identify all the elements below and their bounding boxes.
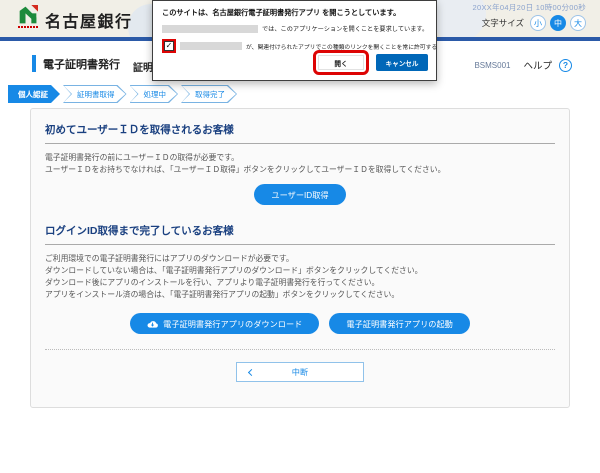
title-accent-bar [32, 55, 36, 72]
bank-logo-icon [18, 5, 38, 25]
section2-text-line: ダウンロードしていない場合は、「電子証明書発行アプリのダウンロード」ボタンをクリ… [45, 265, 555, 277]
app-download-button[interactable]: 電子証明書発行アプリのダウンロード [130, 313, 319, 334]
help-link[interactable]: ヘルプ [523, 58, 552, 72]
always-allow-checkbox[interactable]: ✓ [164, 41, 174, 51]
dialog-title: このサイトは、名古屋銀行電子証明書発行アプリ を開こうとしています。 [162, 8, 427, 18]
section1-text-line: ユーザーＩＤをお持ちでなければ、「ユーザーＩＤ取得」ボタンをクリックしてユーザー… [45, 164, 555, 176]
section1-text-line: 電子証明書発行の前にユーザーＩＤの取得が必要です。 [45, 152, 555, 164]
section2-heading: ログインID取得まで完了しているお客様 [45, 223, 555, 238]
datetime-display: 20XX年04月20日 10時00分00秒 [473, 2, 586, 13]
bank-logo[interactable]: 名古屋銀行 [18, 5, 133, 32]
bank-name: 名古屋銀行 [45, 8, 133, 32]
dialog-request-text: では、このアプリケーションを開くことを要求しています。 [262, 24, 428, 33]
chevron-left-icon [248, 369, 255, 376]
font-size-large-button[interactable]: 大 [570, 15, 586, 31]
screen-id: BSMS001 [474, 61, 510, 70]
help-icon[interactable]: ? [559, 59, 572, 72]
divider [45, 244, 555, 245]
dotted-divider [45, 349, 555, 350]
redacted-app-name [162, 25, 258, 33]
app-launch-button[interactable]: 電子証明書発行アプリの起動 [329, 313, 469, 334]
section2-text-line: ご利用環境での電子証明書発行にはアプリのダウンロードが必要です。 [45, 253, 555, 265]
font-size-label: 文字サイズ [482, 17, 524, 29]
dialog-open-button[interactable]: 開く [318, 55, 364, 70]
abort-button[interactable]: 中断 [236, 362, 364, 382]
section2-text-line: ダウンロード後にアプリのインストールを行い、アプリより電子証明書発行を行ってくだ… [45, 277, 555, 289]
font-size-small-button[interactable]: 小 [530, 15, 546, 31]
font-size-medium-button[interactable]: 中 [550, 15, 566, 31]
nav-tab-certificate[interactable]: 証明 [133, 59, 153, 74]
progress-steps: 個人認証 個人認証 証明書取得 証明書取得 処理中 処理中 取得完了 取得完了 [8, 85, 240, 103]
redacted-site-name [180, 42, 242, 50]
user-id-acquire-button[interactable]: ユーザーID取得 [254, 184, 345, 205]
page-title: 電子証明書発行 [32, 55, 120, 72]
step-complete: 取得完了 取得完了 [181, 85, 237, 103]
main-panel: 初めてユーザーＩＤを取得されるお客様 電子証明書発行の前にユーザーＩＤの取得が必… [30, 108, 570, 408]
step-processing: 処理中 処理中 [130, 85, 179, 103]
checkbox-annotation-red-box: ✓ [162, 39, 176, 53]
open-app-dialog: このサイトは、名古屋銀行電子証明書発行アプリ を開こうとしています。 では、この… [152, 0, 437, 81]
font-size-control: 文字サイズ 小 中 大 [473, 15, 586, 31]
section1-heading: 初めてユーザーＩＤを取得されるお客様 [45, 122, 555, 137]
dialog-cancel-button[interactable]: キャンセル [376, 54, 428, 71]
page: 名古屋銀行 20XX年04月20日 10時00分00秒 文字サイズ 小 中 大 … [0, 0, 600, 473]
step-personal-auth: 個人認証 個人認証 [8, 85, 60, 103]
logo-subtext [18, 26, 38, 28]
divider [45, 143, 555, 144]
section2-text-line: アプリをインストール済の場合は、「電子証明書発行アプリの起動」ボタンをクリックし… [45, 289, 555, 301]
step-cert-acquire: 証明書取得 証明書取得 [63, 85, 127, 103]
cloud-download-icon [147, 319, 158, 329]
open-button-annotation-red-box: 開く [313, 50, 369, 75]
